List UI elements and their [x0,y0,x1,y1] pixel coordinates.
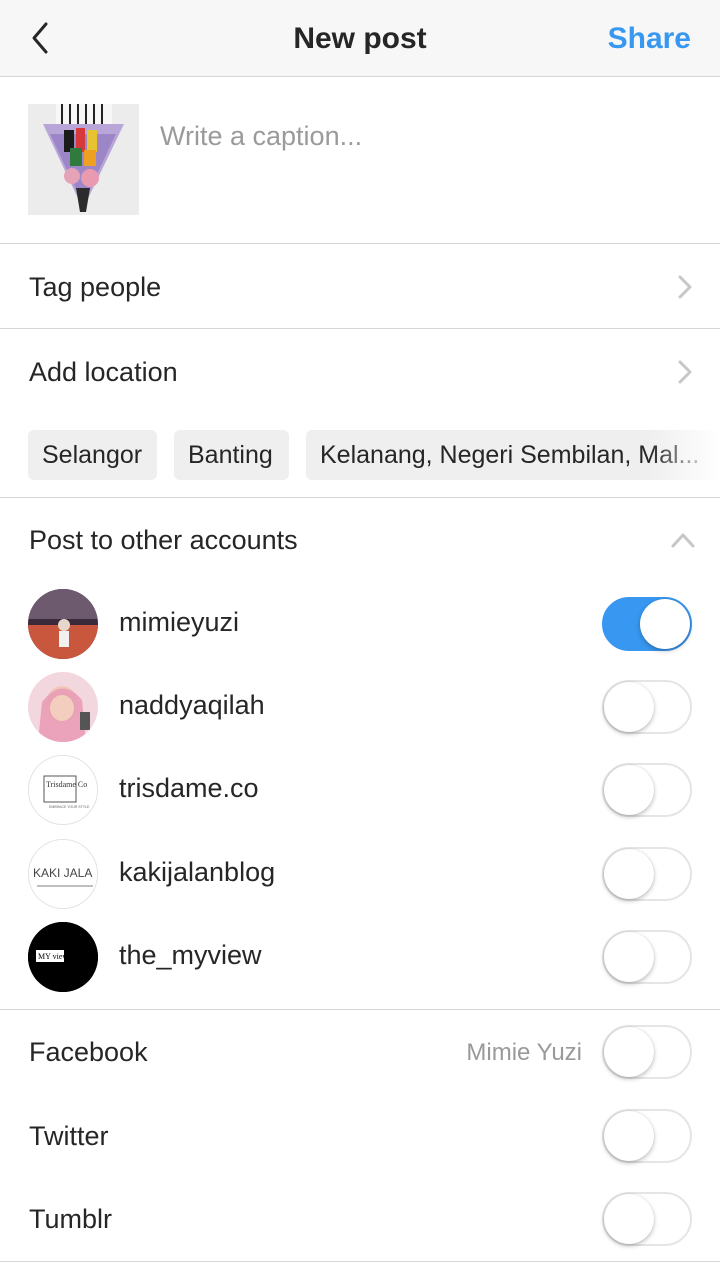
account-row-trisdame: Trisdame Co EMBRACE YOUR STYLE trisdame.… [0,748,720,832]
twitter-toggle[interactable] [602,1109,692,1163]
top-nav-bar: New post Share [0,0,720,77]
chevron-up-icon[interactable] [670,531,696,549]
caption-section [0,78,720,244]
account-row-kakijalanblog: KAKI JALA kakijalanblog [0,832,720,916]
trisdame-logo-text: Trisdame Co [46,780,87,789]
account-username: kakijalanblog [119,857,276,887]
chevron-right-icon [678,360,692,384]
tumblr-row: Tumblr [0,1177,720,1261]
facebook-account-name: Mimie Yuzi [466,1039,582,1066]
account-toggle[interactable] [602,597,692,651]
facebook-row: Facebook Mimie Yuzi [0,1010,720,1094]
divider [0,1261,720,1262]
twitter-label: Twitter [29,1121,109,1151]
account-row-mimieyuzi: mimieyuzi [0,582,720,666]
location-chip-banting[interactable]: Banting [174,430,289,480]
facebook-toggle[interactable] [602,1025,692,1079]
account-toggle[interactable] [602,680,692,734]
post-thumbnail [28,104,139,215]
twitter-row: Twitter [0,1094,720,1178]
trisdame-tagline: EMBRACE YOUR STYLE [49,805,90,809]
account-username: the_myview [119,940,262,970]
tag-people-label: Tag people [29,272,162,302]
add-location-label: Add location [29,357,178,387]
post-to-other-accounts-label: Post to other accounts [29,525,298,555]
avatar: KAKI JALA [28,839,98,909]
tumblr-toggle[interactable] [602,1192,692,1246]
tumblr-label: Tumblr [29,1204,113,1234]
location-chip-kelanang[interactable]: Kelanang, Negeri Sembilan, Mal... [306,430,720,480]
avatar [28,589,98,659]
facebook-label: Facebook [29,1037,148,1067]
avatar [28,672,98,742]
avatar: MY view [28,922,98,992]
account-row-the-myview: MY view the_myview [0,915,720,999]
tag-people-row[interactable]: Tag people [0,245,720,329]
back-chevron-icon[interactable] [26,18,56,58]
share-button[interactable]: Share [608,22,691,56]
account-username: naddyaqilah [119,690,265,720]
account-toggle[interactable] [602,763,692,817]
caption-input[interactable] [160,116,690,156]
myview-logo-text: MY view [38,952,68,961]
account-row-naddyaqilah: naddyaqilah [0,665,720,749]
location-chip-selangor[interactable]: Selangor [28,430,157,480]
add-location-row[interactable]: Add location [0,330,720,414]
post-to-other-accounts-header[interactable]: Post to other accounts [0,498,720,582]
account-username: mimieyuzi [119,607,240,637]
chevron-right-icon [678,275,692,299]
account-username: trisdame.co [119,773,259,803]
location-suggestions: Selangor Banting Kelanang, Negeri Sembil… [0,430,720,480]
account-toggle[interactable] [602,847,692,901]
kakijalan-logo-text: KAKI JALA [33,866,92,880]
account-toggle[interactable] [602,930,692,984]
avatar: Trisdame Co EMBRACE YOUR STYLE [28,755,98,825]
